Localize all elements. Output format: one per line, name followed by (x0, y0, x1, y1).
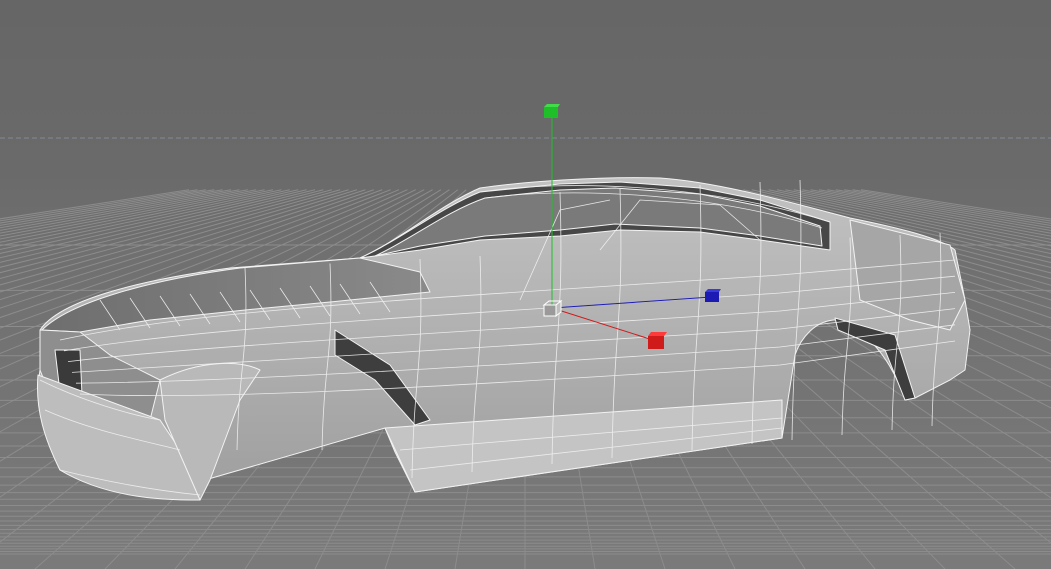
z-axis-handle-icon[interactable] (705, 289, 721, 302)
viewport-canvas[interactable] (0, 0, 1051, 569)
y-axis-handle-icon[interactable] (544, 104, 560, 118)
3d-viewport[interactable] (0, 0, 1051, 569)
